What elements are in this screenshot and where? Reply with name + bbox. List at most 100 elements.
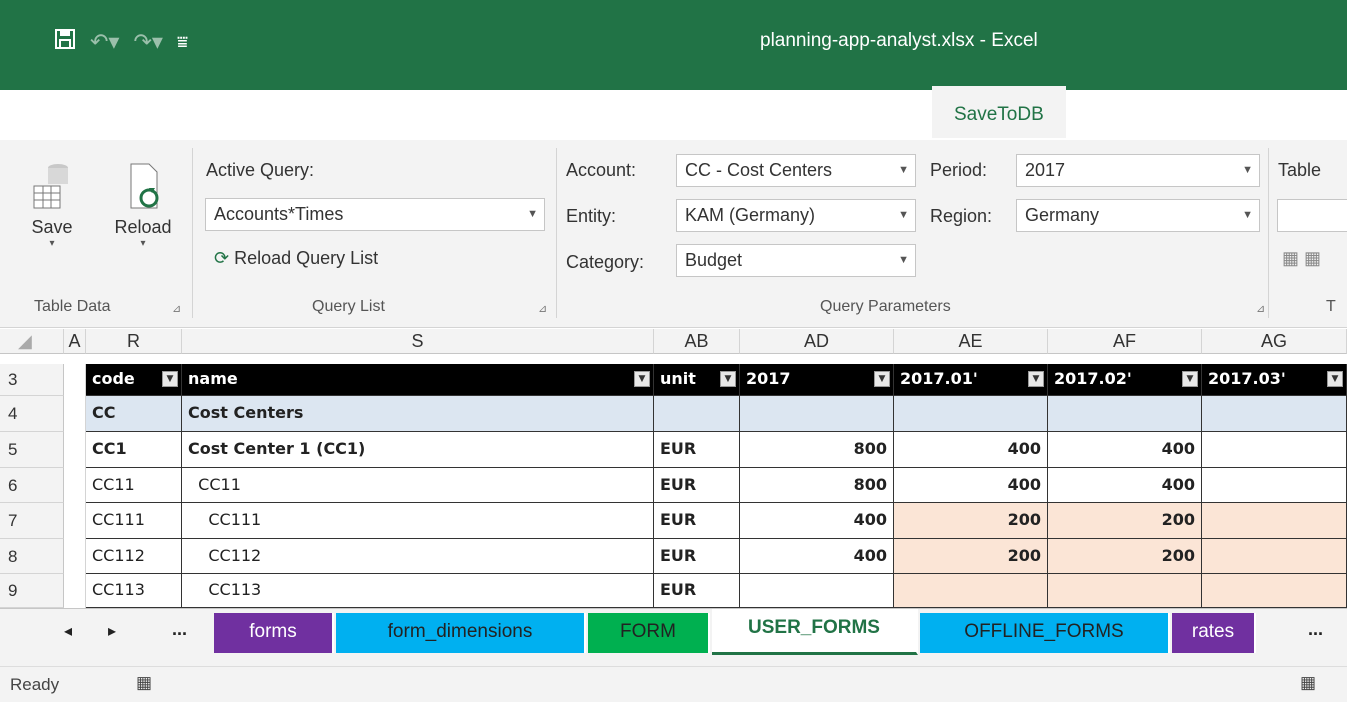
sheet-more-left[interactable]: ... [172, 619, 187, 640]
macro-record-icon[interactable]: ▦ [136, 673, 152, 693]
cell-2017-02[interactable]: 400 [1048, 432, 1202, 468]
cell-2017-03[interactable] [1202, 574, 1347, 608]
cell-name[interactable]: CC111 [182, 503, 654, 539]
tab-file[interactable]: File [62, 98, 93, 138]
sheet-tab-form[interactable]: FORM [588, 613, 710, 653]
filter-dropdown-icon[interactable]: ▼ [1028, 371, 1044, 387]
entity-select[interactable]: KAM (Germany) ▼ [676, 199, 916, 232]
undo-icon[interactable]: ↶▾ [90, 29, 119, 55]
launcher-icon[interactable]: ⊿ [538, 302, 547, 315]
cell-2017-02[interactable]: 400 [1048, 468, 1202, 503]
active-query-select[interactable]: Accounts*Times ▼ [205, 198, 545, 231]
row-header[interactable]: 7 [0, 503, 64, 539]
cell-name[interactable]: CC112 [182, 539, 654, 574]
cell-unit[interactable]: EUR [654, 432, 740, 468]
column-header-s[interactable]: S [182, 329, 654, 354]
cell-2017-03[interactable] [1202, 396, 1347, 432]
cell-2017-02[interactable]: 200 [1048, 539, 1202, 574]
cell-2017-01[interactable]: 400 [894, 432, 1048, 468]
column-header-af[interactable]: AF [1048, 329, 1202, 354]
tab-savetodb[interactable]: SaveToDB [932, 86, 1066, 138]
filter-dropdown-icon[interactable]: ▼ [634, 371, 650, 387]
cell-2017-02[interactable] [1048, 574, 1202, 608]
reload-query-list-button[interactable]: ⟳ Reload Query List [214, 248, 378, 269]
cell-code[interactable]: CC [86, 396, 182, 432]
save-icon[interactable] [54, 28, 76, 56]
header-cell-code[interactable]: code ▼ [86, 364, 182, 396]
header-cell-name[interactable]: name ▼ [182, 364, 654, 396]
cell-2017-01[interactable]: 200 [894, 539, 1048, 574]
account-select[interactable]: CC - Cost Centers ▼ [676, 154, 916, 187]
launcher-icon[interactable]: ⊿ [1256, 302, 1265, 315]
period-select[interactable]: 2017 ▼ [1016, 154, 1260, 187]
cell-2017[interactable]: 800 [740, 432, 894, 468]
cell-name[interactable]: CC113 [182, 574, 654, 608]
cell-unit[interactable]: EUR [654, 468, 740, 503]
column-a-cells[interactable] [64, 364, 86, 608]
cell-2017-01[interactable]: 400 [894, 468, 1048, 503]
row-header[interactable]: 6 [0, 468, 64, 503]
header-cell-unit[interactable]: unit ▼ [654, 364, 740, 396]
cell-2017-02[interactable]: 200 [1048, 503, 1202, 539]
cell-name[interactable]: Cost Centers [182, 396, 654, 432]
cell-unit[interactable]: EUR [654, 539, 740, 574]
row-header[interactable]: 9 [0, 574, 64, 608]
cell-2017[interactable]: 400 [740, 503, 894, 539]
table-select[interactable] [1277, 199, 1347, 232]
row-header[interactable]: 3 [0, 364, 64, 396]
reload-button[interactable]: Reload ▾ [108, 160, 178, 249]
customize-icon[interactable]: ⩸ [177, 32, 188, 53]
cell-2017-03[interactable] [1202, 468, 1347, 503]
tab-page-layout[interactable]: Page Layout [398, 98, 505, 138]
cell-2017-01[interactable]: 200 [894, 503, 1048, 539]
column-header-ae[interactable]: AE [894, 329, 1048, 354]
normal-view-icon[interactable]: ▦ [1300, 673, 1316, 693]
cell-unit[interactable]: EUR [654, 503, 740, 539]
row-header[interactable]: 5 [0, 432, 64, 468]
sheet-tab-rates[interactable]: rates [1172, 613, 1256, 653]
redo-icon[interactable]: ↷▾ [133, 29, 162, 55]
cell-code[interactable]: CC112 [86, 539, 182, 574]
sheet-next-icon[interactable]: ▸ [108, 621, 116, 641]
header-cell-2017[interactable]: 2017 ▼ [740, 364, 894, 396]
filter-dropdown-icon[interactable]: ▼ [1327, 371, 1343, 387]
tab-view[interactable]: View [846, 98, 887, 138]
cell-code[interactable]: CC111 [86, 503, 182, 539]
save-button[interactable]: Save ▾ [28, 160, 76, 249]
sheet-prev-icon[interactable]: ◂ [64, 621, 72, 641]
header-cell-2017-01[interactable]: 2017.01' ▼ [894, 364, 1048, 396]
cell-unit[interactable]: EUR [654, 574, 740, 608]
tab-formulas[interactable]: Formulas [592, 98, 671, 138]
sheet-tab-user-forms[interactable]: USER_FORMS [712, 609, 918, 655]
sheet-tab-form-dimensions[interactable]: form_dimensions [336, 613, 586, 653]
cell-2017-03[interactable] [1202, 503, 1347, 539]
cell-code[interactable]: CC11 [86, 468, 182, 503]
tab-insert[interactable]: Insert [282, 98, 330, 138]
table-format-icon[interactable]: ▦ ▦ [1282, 248, 1321, 269]
select-all-corner[interactable]: ◢ [0, 329, 64, 354]
cell-2017[interactable] [740, 574, 894, 608]
filter-dropdown-icon[interactable]: ▼ [1182, 371, 1198, 387]
tab-data[interactable]: Data [743, 98, 783, 138]
cell-2017[interactable] [740, 396, 894, 432]
region-select[interactable]: Germany ▼ [1016, 199, 1260, 232]
filter-dropdown-icon[interactable]: ▼ [720, 371, 736, 387]
cell-code[interactable]: CC113 [86, 574, 182, 608]
cell-2017[interactable]: 800 [740, 468, 894, 503]
column-header-a[interactable]: A [64, 329, 86, 354]
cell-unit[interactable] [654, 396, 740, 432]
row-header[interactable]: 4 [0, 396, 64, 432]
row-header[interactable]: 8 [0, 539, 64, 574]
filter-dropdown-icon[interactable]: ▼ [874, 371, 890, 387]
tab-tell-me[interactable]: ♀ Tell me what you [1118, 98, 1279, 138]
cell-2017-01[interactable] [894, 396, 1048, 432]
cell-2017[interactable]: 400 [740, 539, 894, 574]
tab-home[interactable]: Home [172, 98, 223, 138]
cell-2017-03[interactable] [1202, 432, 1347, 468]
launcher-icon[interactable]: ⊿ [172, 302, 181, 315]
column-header-ad[interactable]: AD [740, 329, 894, 354]
column-header-ab[interactable]: AB [654, 329, 740, 354]
sheet-tab-forms[interactable]: forms [214, 613, 334, 653]
cell-code[interactable]: CC1 [86, 432, 182, 468]
cell-2017-03[interactable] [1202, 539, 1347, 574]
